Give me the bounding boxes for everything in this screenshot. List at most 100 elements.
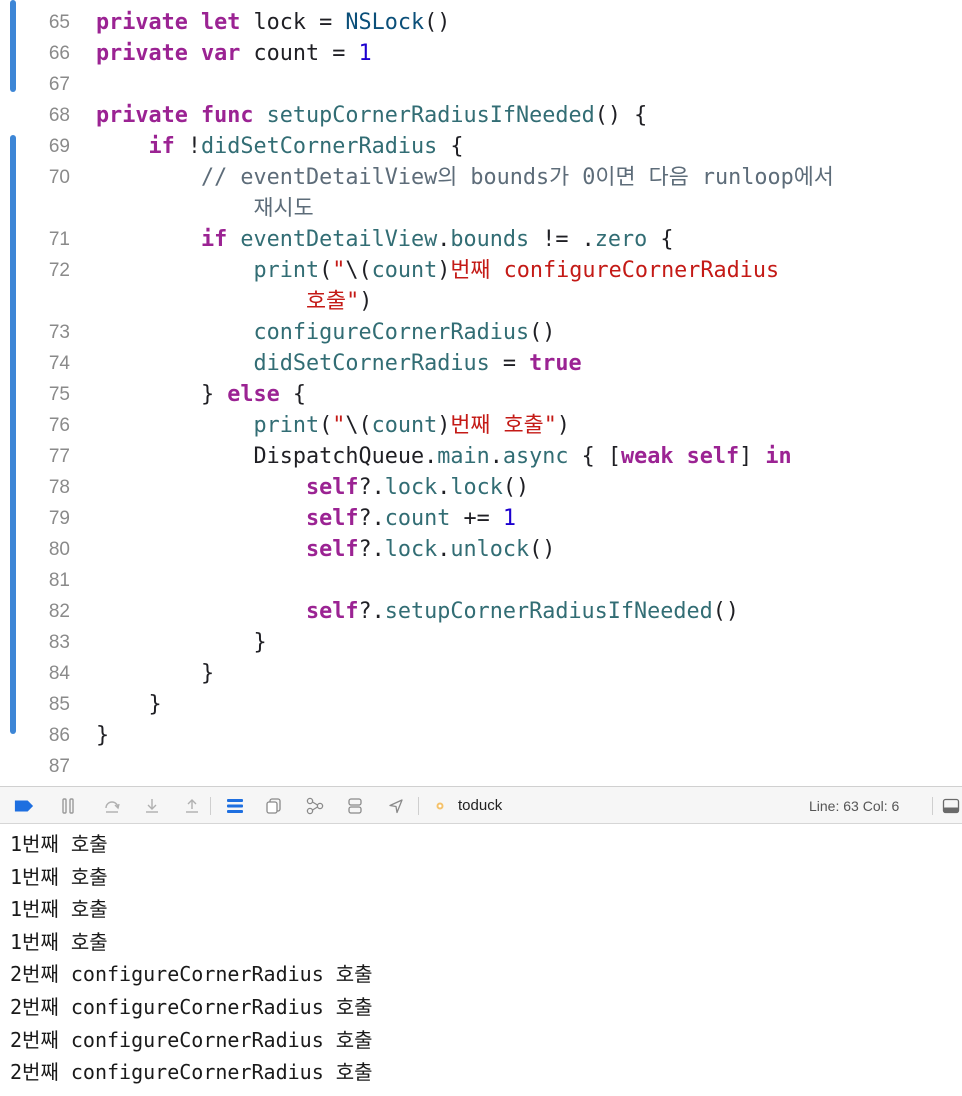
code-token: } <box>96 382 228 407</box>
code-line[interactable]: 87 <box>0 751 962 782</box>
breakpoints-toggle-icon[interactable] <box>14 796 34 816</box>
code-token: count = <box>240 41 359 66</box>
code-line[interactable]: 66 private var count = 1 <box>0 38 962 69</box>
code-token: // eventDetailView의 bounds가 0이면 다음 runlo… <box>200 165 834 190</box>
code-line[interactable]: 75 } else { <box>0 379 962 410</box>
code-token: " <box>332 258 346 283</box>
pause-icon[interactable] <box>58 796 78 816</box>
code-token: in <box>765 444 792 469</box>
code-token: NSLock <box>345 10 425 35</box>
code-token: () <box>529 320 556 345</box>
code-token: 번째 호출" <box>450 413 557 438</box>
code-token: var <box>201 41 241 66</box>
code-line[interactable]: 69 if !didSetCornerRadius { <box>0 131 962 162</box>
code-line[interactable]: 76 print("\(count)번째 호출") <box>0 410 962 441</box>
code-token: private <box>96 103 188 128</box>
code-token: () <box>502 475 530 500</box>
code-line[interactable]: 79 self?.count += 1 <box>0 503 962 534</box>
code-token: true <box>529 351 582 376</box>
line-number: 86 <box>48 725 70 746</box>
code-token: self <box>305 599 359 624</box>
code-token: didSetCornerRadius <box>201 134 438 159</box>
code-line[interactable]: 83 } <box>0 627 962 658</box>
code-line[interactable]: 81 <box>0 565 962 596</box>
code-line[interactable]: 70 // eventDetailView의 bounds가 0이면 다음 ru… <box>0 162 962 193</box>
console-line: 1번째 호출 <box>10 929 108 954</box>
code-line[interactable]: 67 <box>0 69 962 100</box>
console-line: 2번째 configureCornerRadius 호출 <box>10 995 373 1019</box>
code-token: ! <box>174 134 201 159</box>
code-token: 1 <box>358 41 372 66</box>
code-text: // eventDetailView의 bounds가 0이면 다음 runlo… <box>96 162 834 193</box>
line-number: 66 <box>48 43 70 64</box>
code-line-wrap[interactable]: 재시도 <box>0 193 962 224</box>
code-token: self <box>305 537 359 562</box>
code-token: if <box>148 134 175 159</box>
memory-graph-icon[interactable] <box>264 796 284 816</box>
console-line: 1번째 호출 <box>10 864 108 889</box>
code-line[interactable]: 72 print("\(count)번째 configureCornerRadi… <box>0 255 962 286</box>
code-token: if <box>200 227 228 252</box>
line-number: 78 <box>48 477 70 498</box>
line-number: 68 <box>48 105 70 126</box>
step-out-icon[interactable] <box>182 796 202 816</box>
console-toggle-icon[interactable] <box>942 796 960 816</box>
code-text: DispatchQueue.main.async { [weak self] i… <box>96 441 792 472</box>
code-line[interactable]: 82 self?.setupCornerRadiusIfNeeded() <box>0 596 962 627</box>
code-text: private func setupCornerRadiusIfNeeded()… <box>96 100 647 131</box>
debug-bar: toduck Line: 63 Col: 6 <box>0 786 962 824</box>
code-line[interactable]: 73 configureCornerRadius() <box>0 317 962 348</box>
environment-overrides-icon[interactable] <box>305 796 325 816</box>
code-token: bounds <box>450 227 530 252</box>
code-token: ?. <box>358 475 385 500</box>
code-line[interactable]: 80 self?.lock.unlock() <box>0 534 962 565</box>
line-number: 73 <box>48 322 70 343</box>
line-number: 82 <box>48 601 70 622</box>
code-line[interactable]: 74 didSetCornerRadius = true <box>0 348 962 379</box>
code-token: self <box>305 475 359 500</box>
view-hierarchy-icon[interactable] <box>225 796 245 816</box>
line-number: 84 <box>48 663 70 684</box>
code-token: 호출" <box>305 289 360 314</box>
debug-console[interactable]: 1번째 호출 1번째 호출 1번째 호출 1번째 호출 2번째 configureCor… <box>0 824 962 1096</box>
code-token: ( <box>319 413 333 438</box>
separator <box>418 797 419 815</box>
code-token: = <box>489 351 530 376</box>
step-into-icon[interactable] <box>142 796 162 816</box>
location-icon[interactable] <box>386 796 406 816</box>
separator <box>932 797 933 815</box>
step-over-icon[interactable] <box>102 796 122 816</box>
code-line[interactable]: 85 } <box>0 689 962 720</box>
code-line[interactable]: 65 private let lock = NSLock() <box>0 7 962 38</box>
code-line[interactable]: 78 self?.lock.lock() <box>0 472 962 503</box>
cursor-position: Line: 63 Col: 6 <box>809 798 900 814</box>
code-line[interactable]: 77 DispatchQueue.main.async { [weak self… <box>0 441 962 472</box>
code-token: DispatchQueue. <box>96 444 438 469</box>
code-line[interactable]: 68 private func setupCornerRadiusIfNeeded… <box>0 100 962 131</box>
code-token: lock <box>384 475 438 500</box>
code-line[interactable]: 84 } <box>0 658 962 689</box>
code-token: private <box>96 41 188 66</box>
code-line[interactable]: 71 if eventDetailView.bounds != .zero { <box>0 224 962 255</box>
code-token: count <box>371 258 438 283</box>
code-text: } <box>96 689 161 720</box>
simulate-location-icon[interactable] <box>345 796 365 816</box>
code-line-wrap[interactable]: 호출") <box>0 286 962 317</box>
code-text: self?.lock.lock() <box>96 472 529 503</box>
code-line[interactable]: 86} <box>0 720 962 751</box>
code-editor[interactable]: 65 private let lock = NSLock() 66 private v… <box>0 0 962 786</box>
code-token: print <box>253 258 320 283</box>
scheme-label[interactable]: toduck <box>458 796 502 816</box>
code-text: } <box>96 627 266 658</box>
code-token: " <box>332 413 346 438</box>
code-token: . <box>437 227 451 252</box>
code-token: } <box>96 661 215 686</box>
